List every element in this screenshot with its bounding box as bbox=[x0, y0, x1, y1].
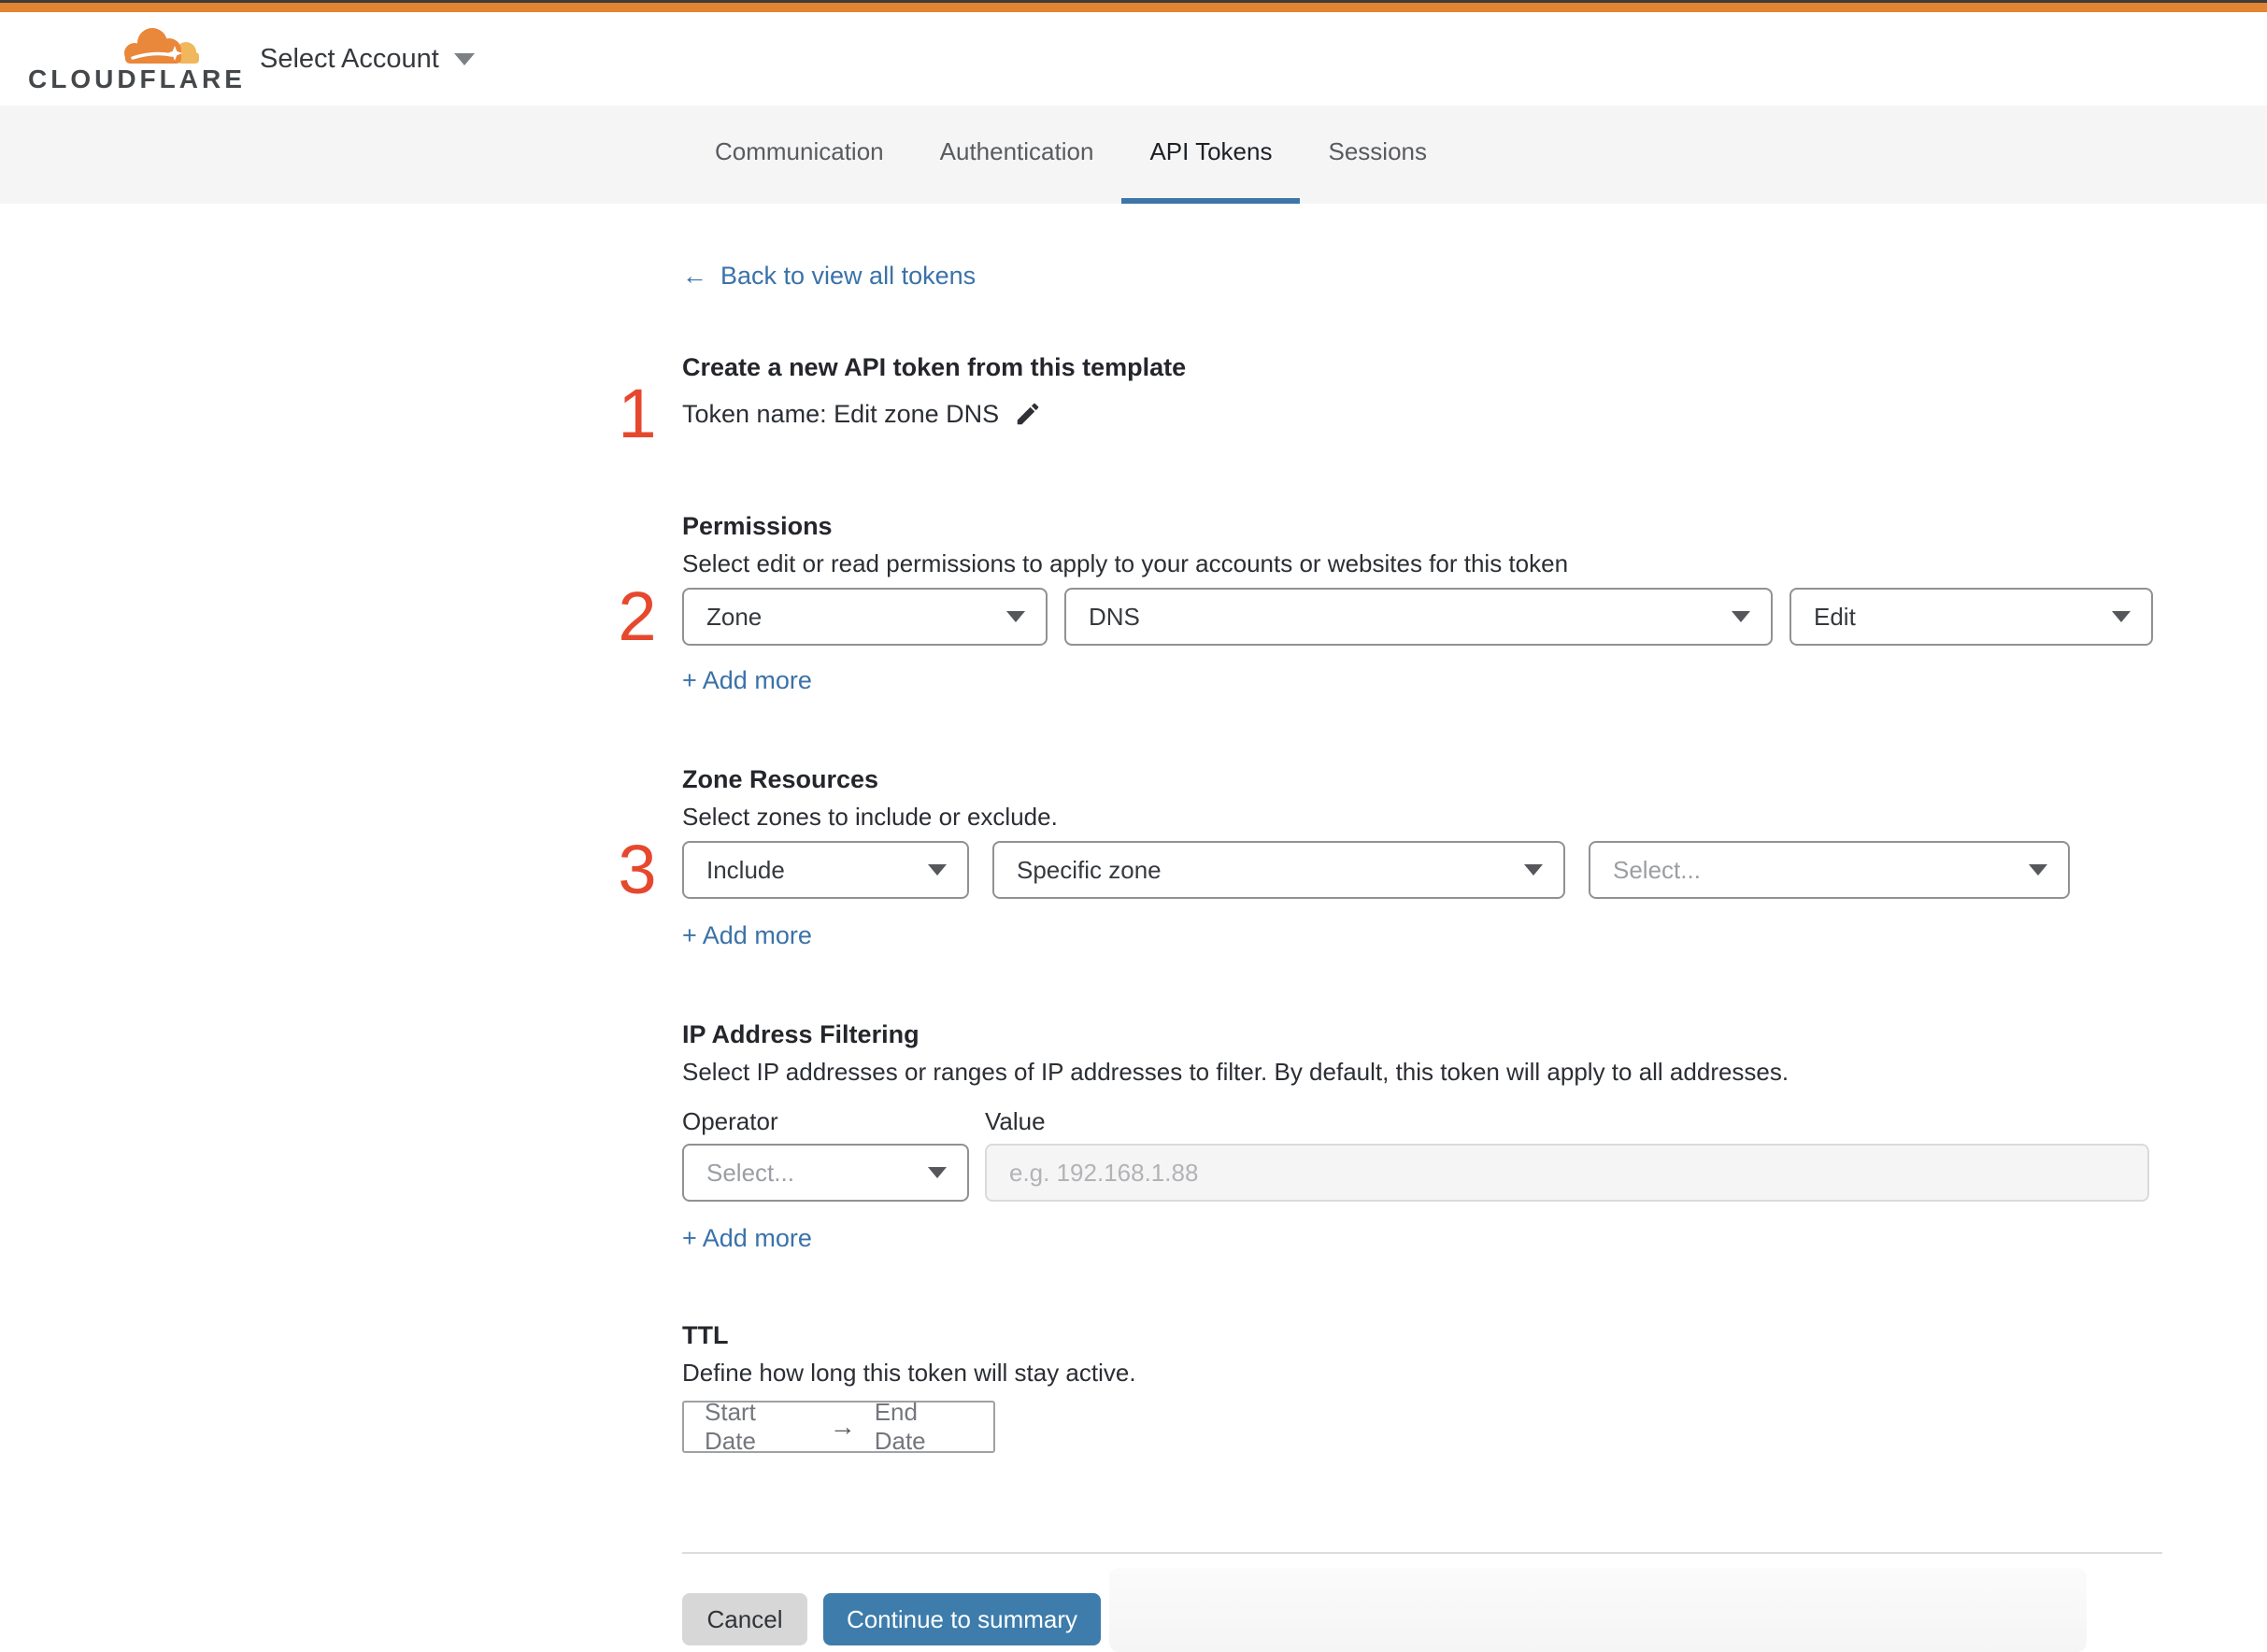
ttl-section: TTL Define how long this token will stay… bbox=[682, 1320, 2162, 1455]
ttl-date-range-picker[interactable]: Start Date → End Date bbox=[682, 1398, 995, 1455]
main-content: ← Back to view all tokens Create a new A… bbox=[0, 204, 2267, 1645]
ttl-description: Define how long this token will stay act… bbox=[682, 1359, 1136, 1387]
continue-to-summary-button[interactable]: Continue to summary bbox=[823, 1593, 1101, 1645]
start-date-placeholder: Start Date bbox=[705, 1398, 756, 1455]
tab-sessions[interactable]: Sessions bbox=[1300, 106, 1455, 204]
tab-api-tokens[interactable]: API Tokens bbox=[1121, 106, 1301, 204]
token-name-row: 1 Token name: Edit zone DNS bbox=[618, 379, 2162, 449]
value-label: Value bbox=[985, 1107, 1046, 1135]
permissions-description: Select edit or read permissions to apply… bbox=[682, 549, 1569, 577]
zone-include-select[interactable]: Include bbox=[682, 841, 969, 899]
footer-actions: Cancel Continue to summary bbox=[682, 1593, 2162, 1645]
step-number-1: 1 bbox=[618, 375, 657, 452]
tab-bar: Communication Authentication API Tokens … bbox=[0, 106, 2267, 204]
edit-pencil-icon[interactable] bbox=[1014, 400, 1042, 428]
account-selector[interactable]: Select Account bbox=[260, 44, 475, 75]
permission-access-select[interactable]: Edit bbox=[1789, 588, 2153, 646]
permission-group-select[interactable]: DNS bbox=[1064, 588, 1773, 646]
ip-filtering-row: Select... bbox=[682, 1144, 2162, 1202]
ip-filtering-title: IP Address Filtering bbox=[682, 1020, 920, 1048]
ip-filtering-labels: Operator Value bbox=[682, 1107, 2162, 1136]
step-number-2: 2 bbox=[618, 577, 657, 655]
permissions-add-more-link[interactable]: + Add more bbox=[682, 666, 812, 695]
permissions-title: Permissions bbox=[682, 512, 833, 540]
permissions-section: Permissions Select edit or read permissi… bbox=[618, 511, 2162, 695]
zone-resources-add-more-link[interactable]: + Add more bbox=[682, 921, 812, 950]
cancel-button[interactable]: Cancel bbox=[682, 1593, 807, 1645]
cloudflare-cloud-icon bbox=[124, 28, 199, 64]
account-selector-label: Select Account bbox=[260, 43, 439, 74]
app-header: CLOUDFLARE Select Account bbox=[0, 12, 2267, 106]
create-token-title: Create a new API token from this templat… bbox=[682, 353, 1187, 381]
chevron-down-icon bbox=[2029, 864, 2047, 876]
token-name-value: Token name: Edit zone DNS bbox=[682, 399, 1000, 428]
tab-communication[interactable]: Communication bbox=[687, 106, 912, 204]
back-arrow-icon: ← bbox=[682, 262, 707, 290]
operator-label: Operator bbox=[682, 1107, 778, 1135]
zone-picker-select[interactable]: Select... bbox=[1589, 841, 2070, 899]
tab-authentication[interactable]: Authentication bbox=[912, 106, 1122, 204]
back-to-tokens-link[interactable]: ← Back to view all tokens bbox=[682, 262, 976, 291]
zone-resources-description: Select zones to include or exclude. bbox=[682, 803, 1058, 831]
ip-filtering-description: Select IP addresses or ranges of IP addr… bbox=[682, 1058, 1789, 1086]
chevron-down-icon bbox=[453, 52, 475, 65]
ip-operator-select[interactable]: Select... bbox=[682, 1144, 969, 1202]
chevron-down-icon bbox=[1732, 611, 1750, 622]
zone-type-select[interactable]: Specific zone bbox=[992, 841, 1565, 899]
zone-resources-row: 3 Include Specific zone Select... bbox=[618, 835, 2162, 904]
chevron-down-icon bbox=[1006, 611, 1025, 622]
permission-scope-select[interactable]: Zone bbox=[682, 588, 1048, 646]
step-number-3: 3 bbox=[618, 831, 657, 908]
ip-filtering-section: IP Address Filtering Select IP addresses… bbox=[682, 1019, 2162, 1253]
cloudflare-logo: CLOUDFLARE bbox=[28, 25, 242, 93]
cloudflare-wordmark: CLOUDFLARE bbox=[28, 64, 246, 93]
brand-top-bar bbox=[0, 3, 2267, 12]
zone-resources-title: Zone Resources bbox=[682, 765, 879, 793]
chevron-down-icon bbox=[928, 1167, 947, 1178]
right-arrow-icon: → bbox=[829, 1412, 856, 1441]
chevron-down-icon bbox=[928, 864, 947, 876]
ip-filtering-add-more-link[interactable]: + Add more bbox=[682, 1224, 812, 1253]
ip-value-input[interactable] bbox=[985, 1144, 2149, 1202]
permissions-row: 2 Zone DNS Edit bbox=[618, 582, 2162, 651]
token-name-section: Create a new API token from this templat… bbox=[618, 352, 2162, 449]
end-date-placeholder: End Date bbox=[874, 1398, 926, 1455]
ttl-title: TTL bbox=[682, 1321, 729, 1349]
footer-divider bbox=[682, 1552, 2162, 1554]
chevron-down-icon bbox=[2112, 611, 2131, 622]
zone-resources-section: Zone Resources Select zones to include o… bbox=[618, 764, 2162, 950]
chevron-down-icon bbox=[1524, 864, 1543, 876]
back-link-label: Back to view all tokens bbox=[720, 262, 977, 290]
